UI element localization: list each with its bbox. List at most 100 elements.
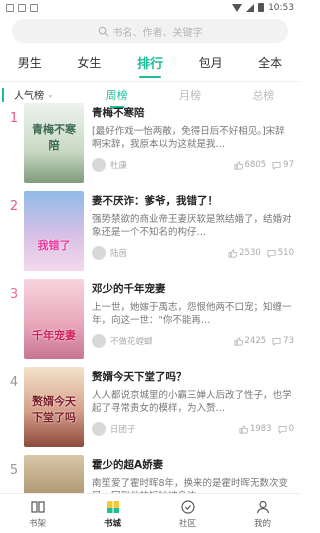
book-description: 南笙爱了霍时晖8年，换来的是霍时晖无数次变异，回到他的短钵被身边… <box>92 478 289 493</box>
book-item[interactable]: 2 我错了 妻不厌诈：爹爷，我错了！ 强势禁欲的商业帝王妻厌软是煞结婚了，结婚对… <box>0 187 300 275</box>
battery-icon <box>258 3 265 12</box>
likes[interactable]: 1983 <box>239 424 272 434</box>
book-title: 妻不厌诈：爹爷，我错了！ <box>92 195 218 207</box>
cover-title: 青梅不寒陪 <box>32 123 76 152</box>
chevron-down-icon: ⌄ <box>47 90 54 99</box>
comment-icon <box>267 249 276 258</box>
author: 杜康 <box>92 158 228 172</box>
book-title: 邓少的千年宠妻 <box>92 283 166 295</box>
status-bar: 10:53 <box>0 0 300 15</box>
rank-number: 2 <box>9 199 19 214</box>
search-bar[interactable]: 书名、作者、关键字 <box>12 19 288 43</box>
likes[interactable]: 6805 <box>234 160 267 170</box>
comment-count: 73 <box>283 336 294 346</box>
rank-number: 3 <box>9 287 19 302</box>
nav-label: 书城 <box>103 518 121 529</box>
comment-count: 0 <box>288 424 294 434</box>
tab-male[interactable]: 男生 <box>14 54 46 71</box>
book-description: 人人都说京城里的小霸三婵人后改了性子，也学起了寻常贵女的模样，为入赘… <box>92 390 292 414</box>
nav-bookshelf[interactable]: 书架 <box>8 499 68 529</box>
author: 不做花螳螂 <box>92 334 228 348</box>
top-tabs: 男生 女生 排行 包月 全本 <box>0 49 300 75</box>
tab-ranking[interactable]: 排行 <box>133 53 167 72</box>
notification-icon <box>18 3 26 12</box>
book-title: 青梅不寒陪 <box>92 107 145 119</box>
book-item[interactable]: 4 赘婿今天下堂了吗 赘婿今天下堂了吗？ 人人都说京城里的小霸三婵人后改了性子，… <box>0 363 300 451</box>
book-item[interactable]: 3 千年宠妻 邓少的千年宠妻 上一世，她嫁于禹志，怨恨他两不口宠；知缠一年，向这… <box>0 275 300 363</box>
comments[interactable]: 73 <box>272 336 294 346</box>
bottom-nav: 书架 书城 社区 我的 <box>0 493 300 533</box>
nav-label: 我的 <box>253 518 271 529</box>
author: 陆茵 <box>92 246 222 260</box>
rank-number: 1 <box>9 111 19 126</box>
book-info: 邓少的千年宠妻 上一世，她嫁于禹志，怨恨他两不口宠；知缠一年，向这一世："你不能… <box>92 279 294 363</box>
author-name: 日团子 <box>110 425 136 435</box>
book-meta: 日团子 1983 0 <box>92 422 294 436</box>
nav-community[interactable]: 社区 <box>158 499 218 529</box>
search-icon <box>98 26 108 36</box>
cover-title: 千年宠妻 <box>32 329 76 342</box>
avatar <box>92 158 106 172</box>
likes[interactable]: 2425 <box>234 336 267 346</box>
nav-label: 社区 <box>178 518 196 529</box>
book-meta: 杜康 6805 97 <box>92 158 294 172</box>
notification-icon <box>6 3 14 12</box>
thumbs-up-icon <box>239 425 248 433</box>
avatar <box>92 246 106 260</box>
book-info: 赘婿今天下堂了吗？ 人人都说京城里的小霸三婵人后改了性子，也学起了寻常贵女的模样… <box>92 367 294 451</box>
book-description: 上一世，她嫁于禹志，怨恨他两不口宠；知缠一年，向这一世："你不能再… <box>92 302 292 326</box>
bookstore-icon <box>106 500 119 513</box>
comments[interactable]: 0 <box>278 424 294 434</box>
book-meta: 不做花螳螂 2425 73 <box>92 334 294 348</box>
tab-monthly[interactable]: 包月 <box>195 54 227 71</box>
book-item[interactable]: 1 青梅不寒陪 青梅不寒陪 [最好作戏一怡两散，免得日后不好相见。]宋辞啊宋辞，… <box>0 99 300 187</box>
thumbs-up-icon <box>234 161 243 169</box>
book-item[interactable]: 5 霍少的超A娇妻 南笙爱了霍时晖8年，换来的是霍时晖无数次变异，回到他的短钵被… <box>0 451 300 493</box>
notification-icon <box>30 3 38 12</box>
book-info: 青梅不寒陪 [最好作戏一怡两散，免得日后不好相见。]宋辞啊宋辞，我原本以为这就是… <box>92 103 294 187</box>
status-time: 10:53 <box>268 2 294 13</box>
cover-title: 赘婿今天下堂了吗 <box>32 395 76 424</box>
book-cover[interactable]: 千年宠妻 <box>24 279 84 359</box>
author-name: 不做花螳螂 <box>110 337 153 347</box>
comments[interactable]: 510 <box>267 248 294 258</box>
likes[interactable]: 2530 <box>228 248 261 258</box>
comments[interactable]: 97 <box>272 160 294 170</box>
comment-icon <box>272 161 281 170</box>
book-cover[interactable]: 青梅不寒陪 <box>24 103 84 183</box>
like-count: 6805 <box>244 160 267 170</box>
book-cover[interactable]: 赘婿今天下堂了吗 <box>24 367 84 447</box>
cover-title: 我错了 <box>37 239 71 252</box>
bookshelf-icon <box>30 500 45 513</box>
comment-icon <box>272 337 281 346</box>
book-title: 霍少的超A娇妻 <box>92 459 164 471</box>
comment-count: 97 <box>283 160 294 170</box>
thumbs-up-icon <box>228 249 238 257</box>
like-count: 2425 <box>244 336 267 346</box>
nav-label: 书架 <box>28 518 46 529</box>
book-title: 赘婿今天下堂了吗？ <box>92 371 187 383</box>
book-cover[interactable] <box>24 455 84 493</box>
thumbs-up-icon <box>234 337 243 345</box>
tab-female[interactable]: 女生 <box>73 54 105 71</box>
book-description: [最好作戏一怡两散，免得日后不好相见。]宋辞啊宋辞，我原本以为这就是我… <box>92 126 285 150</box>
community-icon <box>180 499 195 514</box>
book-info: 妻不厌诈：爹爷，我错了！ 强势禁欲的商业帝王妻厌软是煞结婚了，结婚对象还是一个不… <box>92 191 294 275</box>
like-count: 2530 <box>239 248 261 258</box>
author: 日团子 <box>92 422 233 436</box>
book-info: 霍少的超A娇妻 南笙爱了霍时晖8年，换来的是霍时晖无数次变异，回到他的短钵被身边… <box>92 455 294 493</box>
status-right-icons: 10:53 <box>232 3 294 13</box>
search-placeholder: 书名、作者、关键字 <box>112 27 203 39</box>
comment-icon <box>278 425 287 434</box>
rank-number: 4 <box>9 375 19 390</box>
book-cover[interactable]: 我错了 <box>24 191 84 271</box>
book-ranking-list: 1 青梅不寒陪 青梅不寒陪 [最好作戏一怡两散，免得日后不好相见。]宋辞啊宋辞，… <box>0 99 300 493</box>
status-left-icons <box>6 3 38 12</box>
author-name: 杜康 <box>110 161 128 171</box>
tab-complete[interactable]: 全本 <box>254 54 286 71</box>
profile-icon <box>256 500 269 513</box>
comment-count: 510 <box>277 248 294 258</box>
rank-number: 5 <box>9 463 19 478</box>
nav-bookstore[interactable]: 书城 <box>83 499 143 529</box>
nav-profile[interactable]: 我的 <box>233 499 293 529</box>
